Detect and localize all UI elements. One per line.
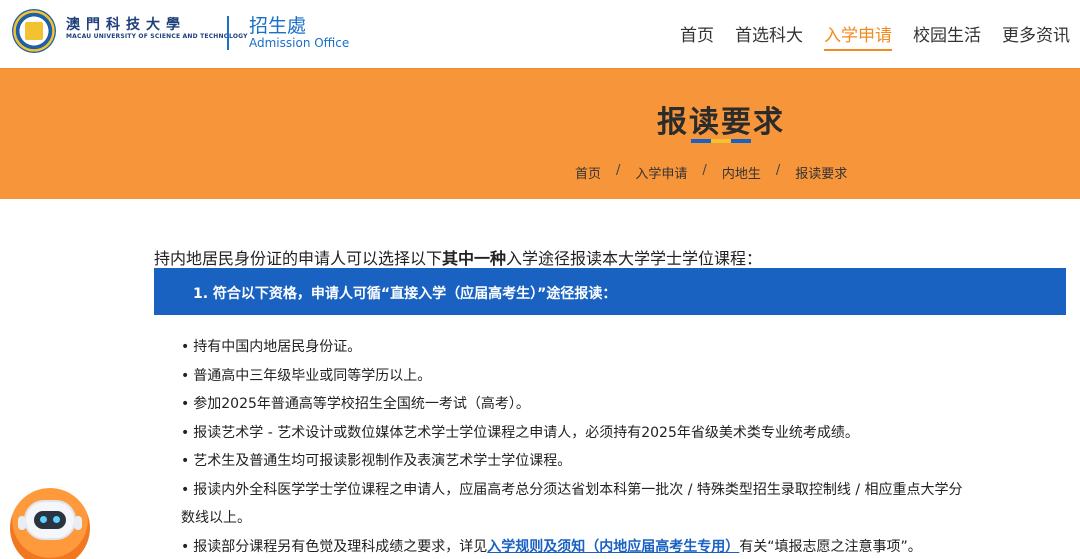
robot-eye [40,516,47,523]
list-item-text: 报读艺术学 - 艺术设计或数位媒体艺术学士学位课程之申请人，必须持有2025年省… [193,424,859,441]
list-item: • 报读艺术学 - 艺术设计或数位媒体艺术学士学位课程之申请人，必须持有2025年… [181,419,1041,448]
admission-office-cn[interactable]: 招生處 [249,11,306,38]
list-item-text: 有关“填报志愿之注意事项”。 [739,538,922,555]
list-item-text: 数线以上。 [181,510,251,526]
robot-face [34,511,66,529]
site-header: 澳門科技大學 MACAU UNIVERSITY OF SCIENCE AND T… [0,0,1080,68]
intro-emphasis: 其中一种 [442,249,507,268]
robot-head [24,500,76,540]
list-item: • 持有中国内地居民身份证。 [181,333,1041,362]
header-divider [227,16,229,50]
breadcrumb-separator: / [775,163,781,178]
list-item-text: 持有中国内地居民身份证。 [193,339,362,355]
section-heading: 1. 符合以下资格，申请人可循“直接入学（应届高考生）”途径报读： [193,286,617,302]
requirements-list: • 持有中国内地居民身份证。 • 普通高中三年级毕业或同等学历以上。 • 参加2025… [181,333,1041,559]
list-item-text: 报读内外全科医学学士学位课程之申请人，应届高考总分须达省划本科第一批次 / 特殊… [193,481,963,498]
intro-prefix: 持内地居民身份证的申请人可以选择以下 [154,249,443,268]
breadcrumb-separator: / [702,163,707,178]
nav-admission[interactable]: 入学申请 [824,21,892,51]
list-item-text: 普通高中三年级毕业或同等学历以上。 [193,367,432,384]
bullet: • [181,453,190,469]
university-name-cn[interactable]: 澳門科技大學 [66,14,186,34]
breadcrumb-mainland[interactable]: 内地生 [722,163,761,182]
robot-ear [18,516,26,530]
list-item: • 普通高中三年级毕业或同等学历以上。 [181,362,1041,391]
page-title: 报读要求 [657,105,785,140]
intro-suffix: 入学途径报读本大学学士学位课程： [506,249,763,268]
list-item: • 报读内外全科医学学士学位课程之申请人，应届高考总分须达省划本科第一批次 / 特… [181,476,1041,505]
list-item: • 艺术生及普通生均可报读影视制作及表演艺术学士学位课程。 [181,447,1041,476]
breadcrumb: 首页 / 入学申请 / 内地生 / 报读要求 [575,163,847,182]
bullet: • [181,396,190,412]
university-name-en[interactable]: MACAU UNIVERSITY OF SCIENCE AND TECHNOLO… [66,33,248,40]
underline-segment [711,139,731,143]
title-underline [691,139,751,143]
bullet: • [181,339,190,355]
list-item: • 报读部分课程另有色觉及理科成绩之要求，详见入学规则及须知（内地应届高考生专用）… [181,533,1041,559]
nav-more-info[interactable]: 更多资讯 [1002,21,1070,46]
intro-text: 持内地居民身份证的申请人可以选择以下其中一种入学途径报读本大学学士学位课程： [154,245,762,269]
nav-why-must[interactable]: 首选科大 [735,21,803,46]
university-seal-logo[interactable] [12,9,56,53]
chatbot-button[interactable] [10,488,90,559]
list-item-text: 参加2025年普通高等学校招生全国统一考试（高考）。 [193,396,530,412]
admission-office-en[interactable]: Admission Office [249,36,349,50]
breadcrumb-separator: / [616,163,621,178]
bullet: • [181,424,190,441]
list-item-text: 艺术生及普通生均可报读影视制作及表演艺术学士学位课程。 [193,453,572,469]
list-item-text: 报读部分课程另有色觉及理科成绩之要求，详见 [193,538,488,555]
bullet: • [181,538,190,555]
nav-home[interactable]: 首页 [680,21,714,46]
bullet: • [181,481,190,498]
admission-rules-link[interactable]: 入学规则及须知（内地应届高考生专用） [487,539,739,555]
list-item: • 参加2025年普通高等学校招生全国统一考试（高考）。 [181,390,1041,419]
robot-ear [74,516,82,530]
breadcrumb-home[interactable]: 首页 [575,163,601,182]
nav-campus-life[interactable]: 校园生活 [913,21,981,46]
list-item-continuation: 数线以上。 [181,504,1041,533]
section-heading-bar: 1. 符合以下资格，申请人可循“直接入学（应届高考生）”途径报读： [154,268,1066,315]
underline-segment [731,139,751,143]
breadcrumb-current: 报读要求 [795,167,848,182]
bullet: • [181,367,190,384]
underline-segment [691,139,711,143]
page-banner: 报读要求 首页 / 入学申请 / 内地生 / 报读要求 [0,68,1080,199]
robot-eye [53,516,60,523]
breadcrumb-admission[interactable]: 入学申请 [635,163,687,182]
main-nav: 首页 首选科大 入学申请 校园生活 更多资讯 [680,21,1070,51]
